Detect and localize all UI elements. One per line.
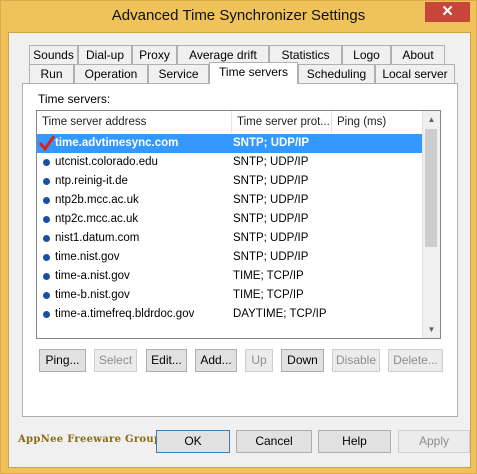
blue-dot-icon <box>43 292 50 299</box>
scroll-down-icon[interactable]: ▼ <box>423 321 440 338</box>
blue-dot-icon <box>43 159 50 166</box>
tab-run[interactable]: Run <box>29 64 74 83</box>
list-item[interactable]: ntp.reinig-it.de SNTP; UDP/IP <box>37 172 425 191</box>
server-protocol: SNTP; UDP/IP <box>233 213 309 225</box>
tab-label: Proxy <box>139 48 170 62</box>
server-protocol: SNTP; UDP/IP <box>233 194 309 206</box>
tab-service[interactable]: Service <box>148 64 209 83</box>
tab-dial-up[interactable]: Dial-up <box>78 45 132 64</box>
list-item[interactable]: time-a.timefreq.bldrdoc.gov DAYTIME; TCP… <box>37 305 425 324</box>
list-item[interactable]: time-b.nist.gov TIME; TCP/IP <box>37 286 425 305</box>
server-address: time-a.nist.gov <box>55 270 130 282</box>
edit-button[interactable]: Edit... <box>146 349 187 372</box>
help-button[interactable]: Help <box>318 430 391 453</box>
group-label: Time servers: <box>38 92 111 106</box>
server-protocol: SNTP; UDP/IP <box>233 175 309 187</box>
tab-logo[interactable]: Logo <box>342 45 391 64</box>
tab-sounds[interactable]: Sounds <box>29 45 78 64</box>
list-item[interactable]: ntp2c.mcc.ac.uk SNTP; UDP/IP <box>37 210 425 229</box>
server-address: time.advtimesync.com <box>55 137 179 149</box>
tab-operation[interactable]: Operation <box>74 64 148 83</box>
list-item[interactable]: time-a.nist.gov TIME; TCP/IP <box>37 267 425 286</box>
tab-label: Sounds <box>33 48 74 62</box>
select-button[interactable]: Select <box>94 349 137 372</box>
up-button[interactable]: Up <box>245 349 273 372</box>
server-protocol: SNTP; UDP/IP <box>233 156 309 168</box>
tab-label: About <box>402 48 434 62</box>
server-address: ntp2b.mcc.ac.uk <box>55 194 139 206</box>
server-protocol: SNTP; UDP/IP <box>233 232 309 244</box>
blue-dot-icon <box>43 273 50 280</box>
tab-label: Scheduling <box>306 67 367 81</box>
column-header-ping[interactable]: Ping (ms) <box>332 111 425 133</box>
vertical-scrollbar[interactable]: ▲ ▼ <box>422 111 440 338</box>
window-title: Advanced Time Synchronizer Settings <box>111 7 366 24</box>
red-check-icon <box>39 135 55 151</box>
server-protocol: TIME; TCP/IP <box>233 270 304 282</box>
tab-label: Run <box>40 67 63 81</box>
delete-button[interactable]: Delete... <box>388 349 443 372</box>
list-item[interactable]: time.nist.gov SNTP; UDP/IP <box>37 248 425 267</box>
column-header-address[interactable]: Time server address <box>37 111 232 133</box>
column-header-protocol[interactable]: Time server prot... <box>232 111 332 133</box>
tab-scheduling[interactable]: Scheduling <box>298 64 375 83</box>
list-item[interactable]: ntp2b.mcc.ac.uk SNTP; UDP/IP <box>37 191 425 210</box>
close-button[interactable]: ✕ <box>425 2 470 22</box>
tab-label: Dial-up <box>85 48 124 62</box>
down-button[interactable]: Down <box>281 349 324 372</box>
ok-button[interactable]: OK <box>156 430 230 453</box>
list-item[interactable]: time.advtimesync.com SNTP; UDP/IP <box>37 134 425 153</box>
list-item[interactable]: nist1.datum.com SNTP; UDP/IP <box>37 229 425 248</box>
blue-dot-icon <box>43 216 50 223</box>
tab-label: Average drift <box>189 48 257 62</box>
time-servers-panel: Time servers: Time server address Time s… <box>22 83 458 417</box>
tab-label: Operation <box>84 67 138 81</box>
server-protocol: DAYTIME; TCP/IP <box>233 308 327 320</box>
tab-proxy[interactable]: Proxy <box>132 45 177 64</box>
blue-dot-icon <box>43 235 50 242</box>
blue-dot-icon <box>43 311 50 318</box>
server-protocol: SNTP; UDP/IP <box>233 137 310 149</box>
blue-dot-icon <box>43 178 50 185</box>
ping-button[interactable]: Ping... <box>39 349 86 372</box>
blue-dot-icon <box>43 197 50 204</box>
server-address: time-a.timefreq.bldrdoc.gov <box>55 308 195 320</box>
tab-time-servers[interactable]: Time servers <box>209 62 298 84</box>
server-address: nist1.datum.com <box>55 232 140 244</box>
apply-button[interactable]: Apply <box>398 430 470 453</box>
brand-watermark: AppNee Freeware Group. <box>18 434 166 445</box>
server-address: time.nist.gov <box>55 251 120 263</box>
server-address: ntp.reinig-it.de <box>55 175 128 187</box>
title-bar[interactable]: Advanced Time Synchronizer Settings ✕ <box>1 1 476 32</box>
tab-label: Local server <box>382 67 448 81</box>
dialog-client-area: Sounds Dial-up Proxy Average drift Stati… <box>8 32 471 468</box>
settings-window: Advanced Time Synchronizer Settings ✕ So… <box>0 0 477 474</box>
tab-label: Time servers <box>219 65 288 79</box>
tab-label: Logo <box>353 48 380 62</box>
server-protocol: TIME; TCP/IP <box>233 289 304 301</box>
server-address: ntp2c.mcc.ac.uk <box>55 213 139 225</box>
tab-label: Service <box>158 67 199 81</box>
tab-label: Statistics <box>281 48 330 62</box>
scrollbar-thumb[interactable] <box>425 129 437 247</box>
tab-local-server[interactable]: Local server <box>375 64 455 83</box>
tab-about[interactable]: About <box>391 45 445 64</box>
scroll-up-icon[interactable]: ▲ <box>423 111 440 128</box>
disable-button[interactable]: Disable <box>332 349 380 372</box>
time-server-list[interactable]: Time server address Time server prot... … <box>36 110 441 339</box>
close-icon: ✕ <box>441 3 454 20</box>
server-address: time-b.nist.gov <box>55 289 130 301</box>
add-button[interactable]: Add... <box>195 349 237 372</box>
server-protocol: SNTP; UDP/IP <box>233 251 309 263</box>
list-item[interactable]: utcnist.colorado.edu SNTP; UDP/IP <box>37 153 425 172</box>
cancel-button[interactable]: Cancel <box>236 430 312 453</box>
server-address: utcnist.colorado.edu <box>55 156 158 168</box>
blue-dot-icon <box>43 254 50 261</box>
